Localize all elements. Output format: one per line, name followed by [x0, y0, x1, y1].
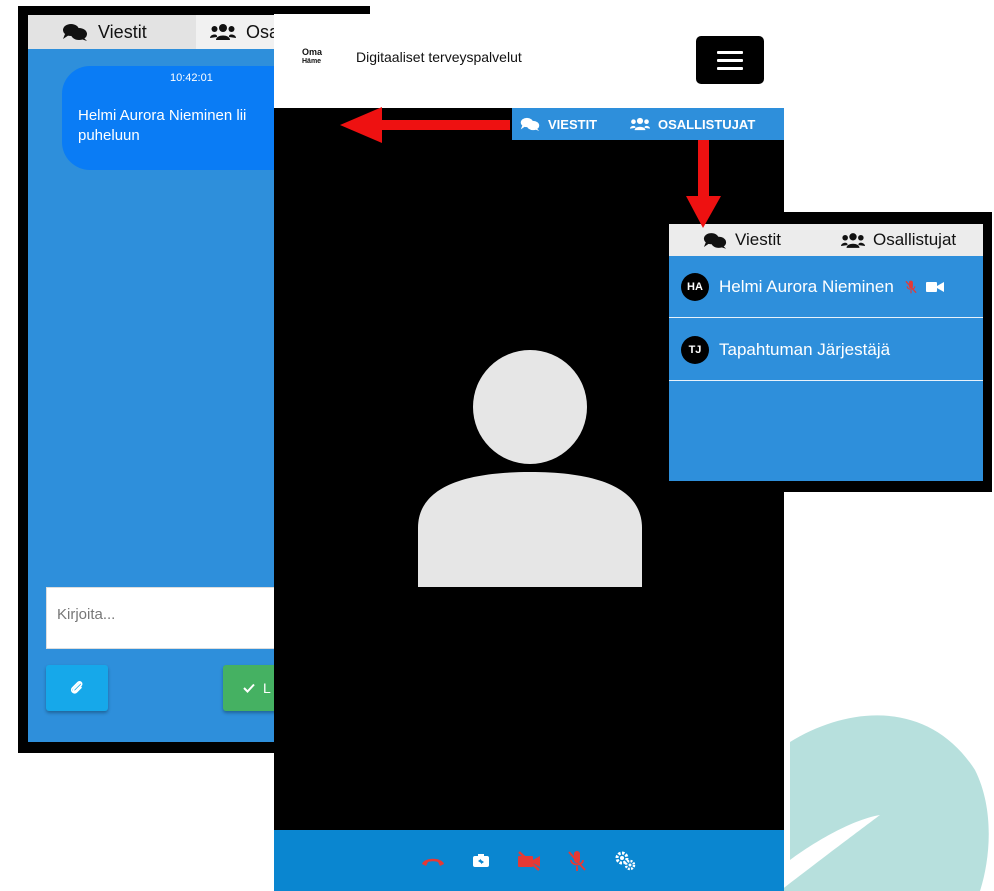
- app-title: Digitaaliset terveyspalvelut: [356, 49, 522, 65]
- mic-off-icon: [568, 850, 586, 871]
- hamburger-menu-button[interactable]: [696, 36, 764, 84]
- settings-button[interactable]: [612, 848, 638, 874]
- logo-text-line2: Häme: [302, 58, 322, 65]
- tab-messages[interactable]: Viestit: [669, 224, 835, 256]
- users-icon: [210, 24, 236, 40]
- menu-icon-bar: [717, 66, 743, 70]
- tab-participants[interactable]: Osallistujat: [835, 224, 983, 256]
- participant-name: Helmi Aurora Nieminen: [719, 276, 894, 296]
- comments-icon: [63, 24, 87, 41]
- camera-toggle-button[interactable]: [516, 848, 542, 874]
- tab-participants[interactable]: OSALLISTUJAT: [630, 108, 755, 140]
- mic-off-icon: [905, 280, 917, 293]
- participants-tab-bar: Viestit Osallistujat: [669, 224, 983, 256]
- tab-messages-label: Viestit: [735, 230, 781, 249]
- call-tab-bar: VIESTIT OSALLISTUJAT: [512, 108, 784, 140]
- comments-icon: [520, 117, 540, 131]
- mic-toggle-button[interactable]: [564, 848, 590, 874]
- attach-file-button[interactable]: [46, 665, 108, 711]
- participants-panel: Viestit Osallistujat HA Helmi Aurora Nie…: [669, 224, 983, 481]
- tab-participants-label: Osallistujat: [873, 230, 957, 249]
- hangup-icon: [422, 858, 444, 866]
- hangup-button[interactable]: [420, 848, 446, 874]
- oma-hame-logo: Oma Häme: [302, 48, 326, 66]
- menu-icon-bar: [717, 50, 743, 54]
- tab-messages-label: VIESTIT: [548, 116, 598, 132]
- users-icon: [841, 232, 865, 248]
- participant-name: Tapahtuman Järjestäjä: [719, 339, 891, 359]
- message-input-placeholder: Kirjoita...: [57, 606, 116, 623]
- tab-participants-label: OSALLISTUJAT: [658, 116, 756, 132]
- switch-camera-button[interactable]: [468, 848, 494, 874]
- comments-icon: [703, 232, 727, 249]
- tab-messages-label: Viestit: [98, 21, 147, 42]
- check-icon: [243, 683, 255, 693]
- users-icon: [630, 117, 650, 131]
- app-header: Oma Häme Digitaaliset terveyspalvelut: [274, 14, 784, 108]
- participant-row[interactable]: HA Helmi Aurora Nieminen: [669, 256, 983, 318]
- participant-avatar: TJ: [681, 335, 709, 364]
- settings-icon: [615, 851, 636, 870]
- switch-camera-icon: [473, 853, 489, 867]
- participant-status: [904, 278, 944, 296]
- participant-avatar: HA: [681, 272, 709, 301]
- call-controls-toolbar: [274, 830, 784, 891]
- camera-off-icon: [518, 850, 540, 871]
- paperclip-icon: [70, 681, 83, 694]
- participants-panel-screenshot: Viestit Osallistujat HA Helmi Aurora Nie…: [666, 212, 992, 492]
- message-timestamp: 10:42:01: [170, 72, 213, 84]
- user-avatar-placeholder-icon: [418, 350, 642, 587]
- video-camera-icon: [925, 281, 944, 292]
- participant-row[interactable]: TJ Tapahtuman Järjestäjä: [669, 319, 983, 381]
- send-button-label: L: [263, 680, 271, 696]
- tab-messages[interactable]: VIESTIT: [512, 108, 630, 140]
- tab-messages[interactable]: Viestit: [28, 15, 196, 49]
- logo-text-line1: Oma: [302, 47, 323, 57]
- menu-icon-bar: [717, 58, 743, 62]
